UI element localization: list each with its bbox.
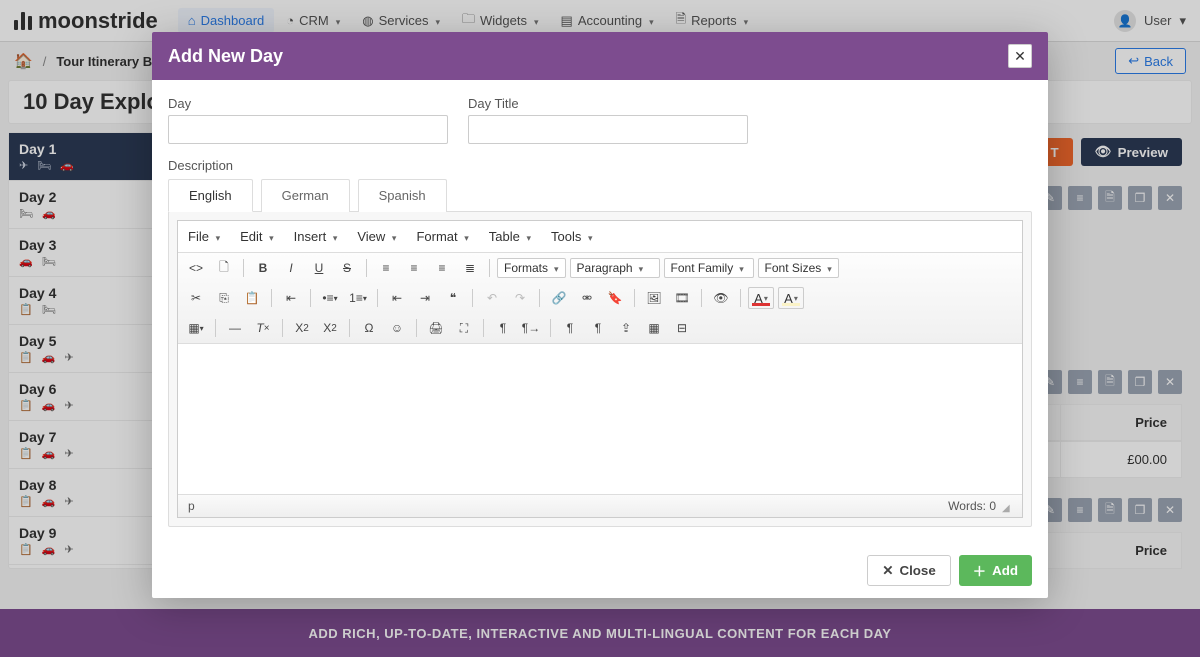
new-doc-icon[interactable]: 🗋 <box>212 257 236 279</box>
status-path[interactable]: p <box>188 499 195 513</box>
menu-file[interactable]: File <box>188 229 220 244</box>
align-center-icon[interactable]: ≡ <box>402 257 426 279</box>
status-words-label: Words: <box>948 499 986 513</box>
day-input[interactable] <box>168 115 448 144</box>
undo-icon[interactable]: ↶ <box>480 287 504 309</box>
italic-icon[interactable]: I <box>279 257 303 279</box>
align-right-icon[interactable]: ≡ <box>430 257 454 279</box>
resize-handle-icon[interactable]: ◢ <box>1002 503 1012 513</box>
hr-icon[interactable]: — <box>223 317 247 339</box>
menu-insert[interactable]: Insert <box>294 229 338 244</box>
align-left-icon[interactable]: ≡ <box>374 257 398 279</box>
upload-icon[interactable]: ⇪ <box>614 317 638 339</box>
visual-chars-icon[interactable]: ¶ <box>586 317 610 339</box>
menu-view[interactable]: View <box>357 229 396 244</box>
redo-icon[interactable]: ↷ <box>508 287 532 309</box>
align-justify-icon[interactable]: ≣ <box>458 257 482 279</box>
menu-tools[interactable]: Tools <box>551 229 593 244</box>
toolbar-row-2: ✂ ⎘ 📋 ⇤ •≡▾ 1≡▾ ⇤ ⇥ ❝ ↶ ↷ <box>178 283 1022 313</box>
clear-format-icon[interactable]: T× <box>251 317 275 339</box>
link-icon[interactable]: 🔗 <box>547 287 571 309</box>
button-label: Add <box>992 563 1018 578</box>
special-char-icon[interactable]: Ω <box>357 317 381 339</box>
number-list-icon[interactable]: 1≡▾ <box>346 287 370 309</box>
indent-left-icon[interactable]: ⇤ <box>385 287 409 309</box>
indent-right-icon[interactable]: ⇥ <box>413 287 437 309</box>
subscript-icon[interactable]: X2 <box>290 317 314 339</box>
button-label: Close <box>899 563 935 578</box>
text-color-icon[interactable]: A▾ <box>748 287 774 309</box>
day-title-field-label: Day Title <box>468 96 748 111</box>
visual-blocks-icon[interactable]: ¶ <box>558 317 582 339</box>
toolbar-row-1: <> 🗋 B I U S ≡ ≡ ≡ ≣ Formats <box>178 253 1022 283</box>
rich-text-editor: File Edit Insert View Format Table Tools… <box>168 211 1032 527</box>
anchor-icon[interactable]: 🔖 <box>603 287 627 309</box>
rtl-icon[interactable]: ¶→ <box>519 317 543 339</box>
editor-statusbar: p Words: 0 ◢ <box>178 494 1022 517</box>
editor-menubar: File Edit Insert View Format Table Tools <box>178 221 1022 253</box>
language-tabs: English German Spanish <box>168 179 1032 212</box>
ltr-icon[interactable]: ¶ <box>491 317 515 339</box>
modal-body: Day Day Title Description English German… <box>152 80 1048 543</box>
media-icon[interactable]: 🎞 <box>670 287 694 309</box>
editor-textarea[interactable] <box>178 344 1022 494</box>
unlink-icon[interactable]: ⚮ <box>575 287 599 309</box>
toolbar-row-3: ▦▾ — T× X2 X2 Ω ☺ 🖨 ⛶ ¶ <box>178 313 1022 343</box>
blockquote-icon[interactable]: ❝ <box>441 287 465 309</box>
modal-close-button[interactable]: ✕ <box>1008 44 1032 68</box>
image-icon[interactable]: 🖼 <box>642 287 666 309</box>
code-sample-icon[interactable]: ▦ <box>642 317 666 339</box>
bold-icon[interactable]: B <box>251 257 275 279</box>
modal-footer: ✕ Close ＋ Add <box>152 543 1048 598</box>
close-button[interactable]: ✕ Close <box>867 555 950 586</box>
lang-tab-english[interactable]: English <box>168 179 253 212</box>
source-code-icon[interactable]: <> <box>184 257 208 279</box>
day-title-input[interactable] <box>468 115 748 144</box>
cut-icon[interactable]: ✂ <box>184 287 208 309</box>
add-day-modal: Add New Day ✕ Day Day Title Description … <box>152 32 1048 598</box>
menu-edit[interactable]: Edit <box>240 229 274 244</box>
menu-table[interactable]: Table <box>489 229 531 244</box>
close-icon: ✕ <box>882 563 893 579</box>
lang-tab-spanish[interactable]: Spanish <box>358 179 447 212</box>
strike-icon[interactable]: S <box>335 257 359 279</box>
modal-title: Add New Day <box>168 46 283 67</box>
formats-select[interactable]: Formats <box>497 258 566 278</box>
superscript-icon[interactable]: X2 <box>318 317 342 339</box>
modal-header: Add New Day ✕ <box>152 32 1048 80</box>
paragraph-select[interactable]: Paragraph <box>570 258 660 278</box>
add-button[interactable]: ＋ Add <box>959 555 1032 586</box>
table-icon[interactable]: ▦▾ <box>184 317 208 339</box>
menu-format[interactable]: Format <box>416 229 468 244</box>
fullscreen-icon[interactable]: ⛶ <box>452 317 476 339</box>
page-break-icon[interactable]: ⊟ <box>670 317 694 339</box>
bullet-list-icon[interactable]: •≡▾ <box>318 287 342 309</box>
paste-icon[interactable]: 📋 <box>240 287 264 309</box>
bg-color-icon[interactable]: A▾ <box>778 287 804 309</box>
copy-icon[interactable]: ⎘ <box>212 287 236 309</box>
day-field-label: Day <box>168 96 448 111</box>
preview-eye-icon[interactable]: 👁 <box>709 287 733 309</box>
editor-toolbars: <> 🗋 B I U S ≡ ≡ ≡ ≣ Formats <box>178 253 1022 344</box>
emoji-icon[interactable]: ☺ <box>385 317 409 339</box>
underline-icon[interactable]: U <box>307 257 331 279</box>
description-label: Description <box>168 158 1032 173</box>
status-words-count: 0 <box>989 499 996 513</box>
font-family-select[interactable]: Font Family <box>664 258 754 278</box>
outdent-icon[interactable]: ⇤ <box>279 287 303 309</box>
font-sizes-select[interactable]: Font Sizes <box>758 258 839 278</box>
lang-tab-german[interactable]: German <box>261 179 350 212</box>
plus-icon: ＋ <box>973 561 986 580</box>
print-icon[interactable]: 🖨 <box>424 317 448 339</box>
